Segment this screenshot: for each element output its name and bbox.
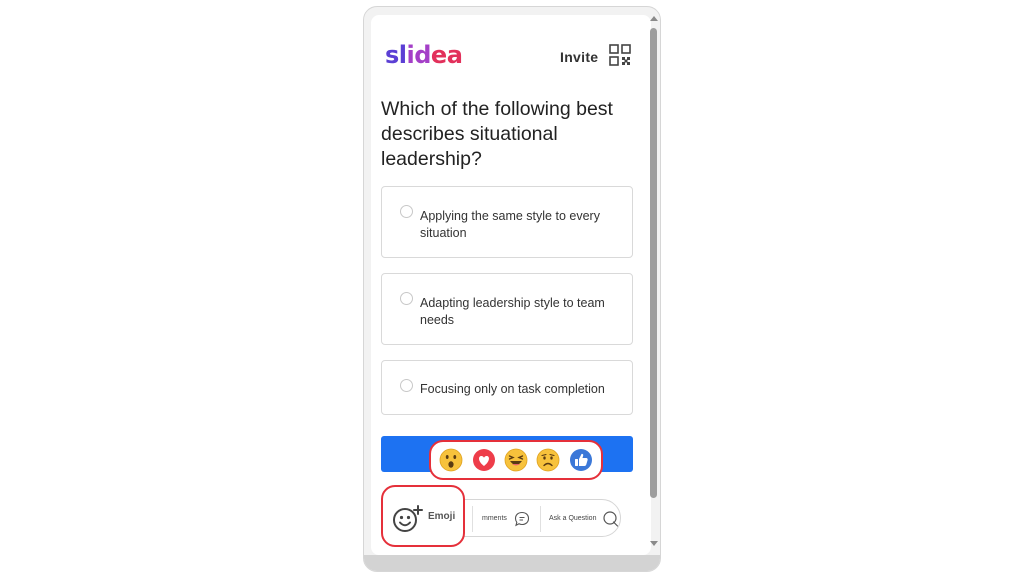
option-label: Focusing only on task completion: [420, 382, 605, 396]
surprised-emoji-icon[interactable]: [439, 448, 463, 472]
logo-part-2: id: [406, 41, 432, 69]
radio-button[interactable]: [400, 205, 413, 218]
ask-question-label[interactable]: Ask a Question: [549, 515, 596, 522]
scroll-up-arrow-icon[interactable]: [650, 16, 658, 21]
radio-button[interactable]: [400, 379, 413, 392]
ask-question-icon[interactable]: [602, 510, 620, 528]
divider: [540, 506, 541, 532]
heart-emoji-icon[interactable]: [472, 448, 496, 472]
vertical-scrollbar[interactable]: [649, 16, 659, 546]
logo-part-1: sl: [385, 41, 407, 69]
sad-emoji-icon[interactable]: [536, 448, 560, 472]
scroll-thumb[interactable]: [650, 28, 657, 498]
emoji-button-label: Emoji: [428, 511, 456, 522]
app-screen: slidea Invite Which of the following bes…: [371, 15, 651, 555]
emoji-button[interactable]: Emoji: [381, 485, 465, 547]
option-label: Adapting leadership style to team needs: [420, 296, 605, 327]
answer-option-2[interactable]: Adapting leadership style to team needs: [381, 273, 633, 345]
laughing-emoji-icon[interactable]: [504, 448, 528, 472]
thumbs-up-emoji-icon[interactable]: [569, 448, 593, 472]
qr-code-icon[interactable]: [609, 44, 631, 66]
comments-label[interactable]: mments: [482, 515, 507, 522]
answer-option-1[interactable]: Applying the same style to every situati…: [381, 186, 633, 258]
add-emoji-icon: [393, 505, 423, 532]
device-frame: slidea Invite Which of the following bes…: [363, 6, 661, 572]
option-label: Applying the same style to every situati…: [420, 209, 600, 240]
answer-option-3[interactable]: Focusing only on task completion: [381, 360, 633, 415]
device-bottom-bar: [364, 555, 660, 571]
logo-part-3: ea: [430, 41, 463, 69]
question-title: Which of the following best describes si…: [381, 98, 613, 170]
scroll-down-arrow-icon[interactable]: [650, 541, 658, 546]
divider: [472, 506, 473, 532]
comment-bubble-icon[interactable]: [514, 511, 530, 527]
invite-button[interactable]: Invite: [560, 49, 598, 65]
slidea-logo: slidea: [385, 41, 463, 69]
emoji-reaction-picker: [429, 440, 603, 480]
radio-button[interactable]: [400, 292, 413, 305]
